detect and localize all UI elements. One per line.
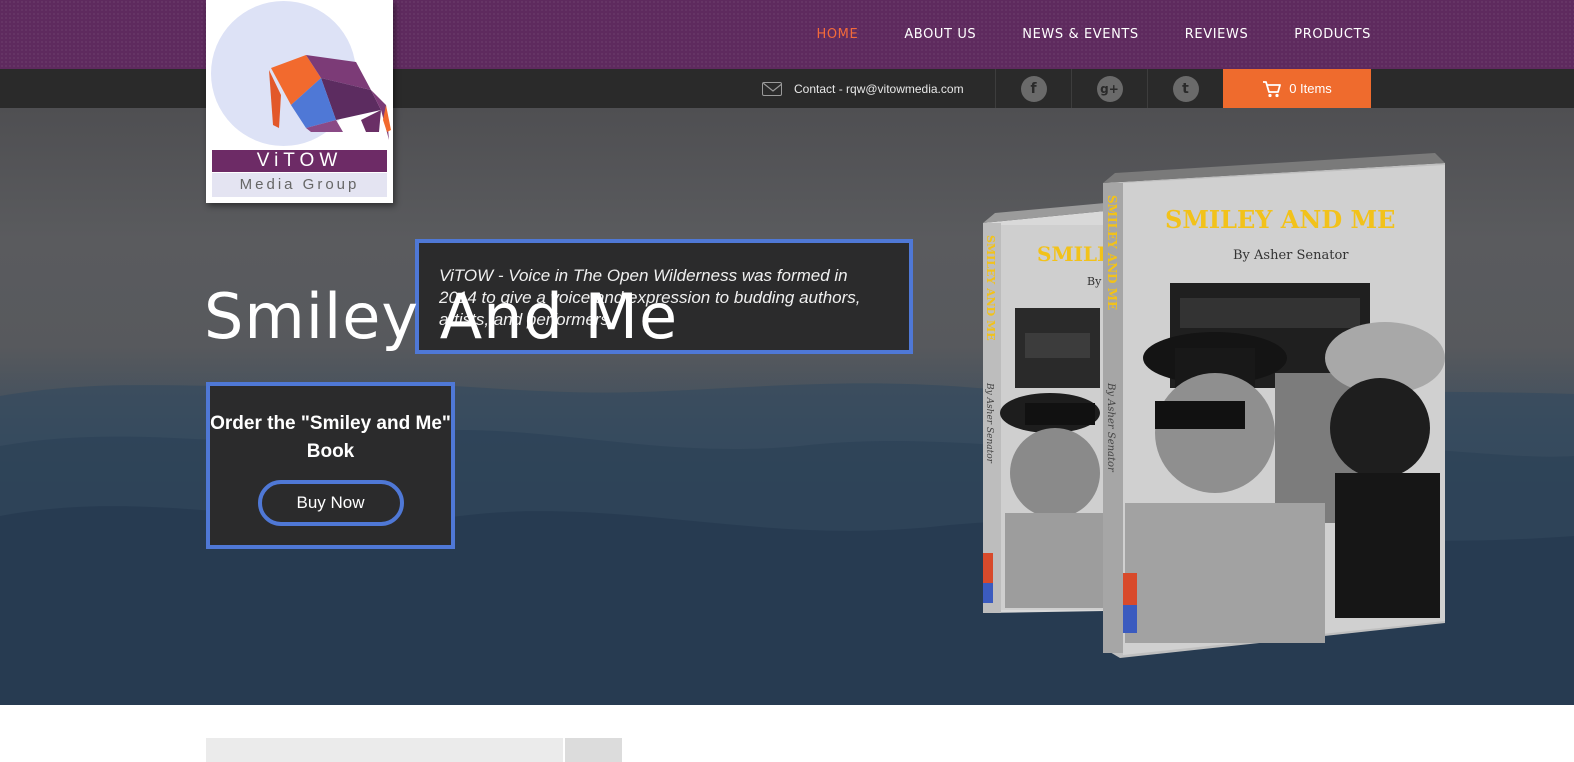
google-plus-icon: g+: [1096, 75, 1123, 102]
book-spine-author: By Asher Senator: [1105, 382, 1116, 473]
order-box: Order the "Smiley and Me" Book Buy Now: [206, 382, 455, 549]
nav-item-about-us[interactable]: ABOUT US: [904, 27, 976, 42]
twitter-link[interactable]: t: [1147, 69, 1223, 108]
content-image-placeholder: [206, 738, 563, 762]
contact-info: Contact - rqw@vitowmedia.com: [762, 69, 964, 108]
book-spine-title: SMILEY AND ME: [1105, 195, 1119, 310]
buy-now-button[interactable]: Buy Now: [257, 480, 404, 526]
elephant-icon: [269, 55, 391, 140]
cart-button[interactable]: 0 Items: [1223, 69, 1371, 108]
nav-item-news-events[interactable]: NEWS & EVENTS: [1022, 27, 1139, 42]
contact-email[interactable]: Contact - rqw@vitowmedia.com: [794, 82, 964, 96]
logo-tagline: Media Group: [212, 173, 387, 197]
nav-item-home[interactable]: HOME: [816, 27, 858, 42]
mail-icon: [762, 81, 782, 96]
twitter-icon: t: [1172, 75, 1199, 102]
google-plus-link[interactable]: g+: [1071, 69, 1147, 108]
book-cover-image: SMILE By SMILEY AND ME By Asher Senator …: [983, 153, 1445, 658]
facebook-link[interactable]: f: [995, 69, 1071, 108]
hero-headline: Smiley And Me: [204, 280, 679, 353]
book-title: SMILEY AND ME: [1165, 205, 1395, 234]
back-book-spine-author: By Asher Senator: [984, 382, 994, 464]
book-author: By Asher Senator: [1233, 248, 1349, 263]
vitow-logo[interactable]: ViTOW Media Group: [206, 0, 393, 203]
nav-item-products[interactable]: PRODUCTS: [1294, 27, 1371, 42]
main-nav: HOME ABOUT US NEWS & EVENTS REVIEWS PROD…: [770, 0, 1371, 69]
cart-count: 0 Items: [1289, 81, 1332, 96]
back-book-spine-title: SMILEY AND ME: [984, 235, 997, 341]
order-text: Order the "Smiley and Me" Book: [210, 413, 451, 462]
facebook-icon: f: [1020, 75, 1047, 102]
logo-name: ViTOW: [212, 150, 387, 172]
back-book-author: By: [1087, 275, 1102, 288]
content-image-placeholder-2: [565, 738, 622, 762]
back-book-title: SMILE: [1037, 242, 1112, 266]
nav-item-reviews[interactable]: REVIEWS: [1185, 27, 1249, 42]
cart-icon: [1263, 80, 1282, 97]
